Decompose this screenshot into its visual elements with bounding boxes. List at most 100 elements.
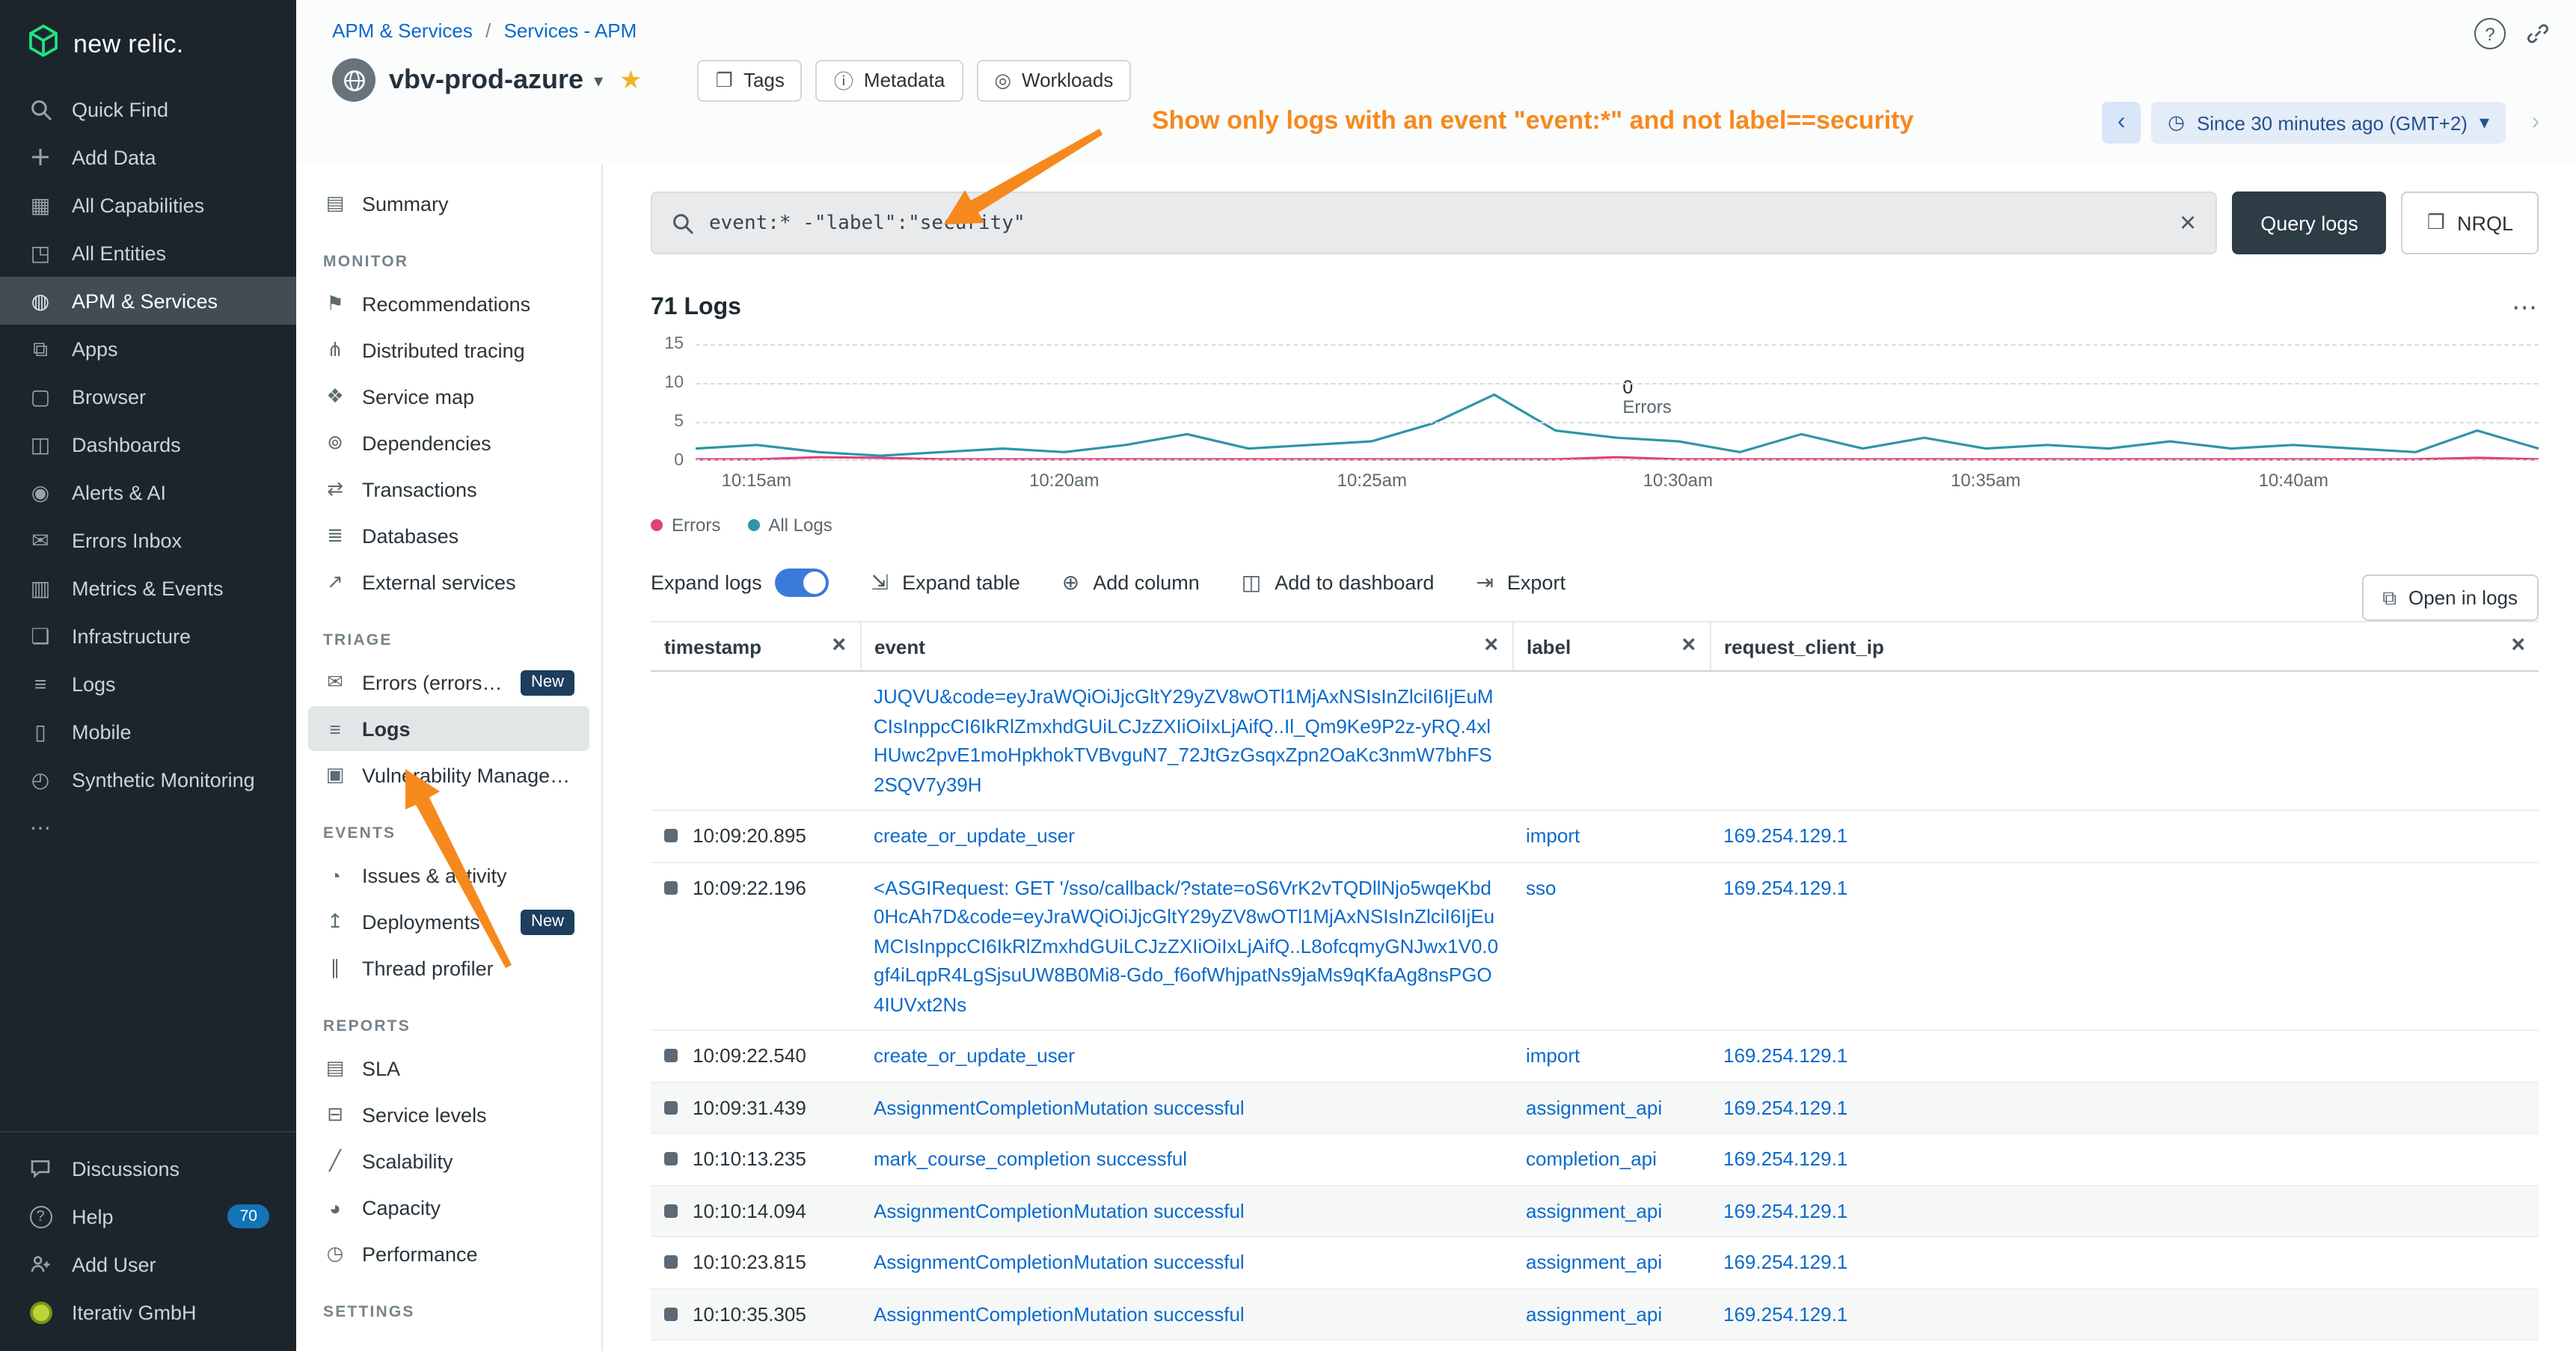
global-nav-footer-item[interactable]: Add User	[0, 1240, 296, 1288]
log-ip-link[interactable]: 169.254.129.1	[1723, 1251, 1847, 1273]
log-row[interactable]: 10:10:13.235 mark_course_completion succ…	[651, 1133, 2539, 1185]
open-in-logs-button[interactable]: ⧉ Open in logs	[2361, 575, 2539, 621]
log-event-link[interactable]: AssignmentCompletionMutation successful	[874, 1251, 1245, 1273]
subnav-item[interactable]: ◔ Issues & activity	[308, 853, 589, 898]
log-label-link[interactable]: import	[1526, 1044, 1580, 1067]
log-row[interactable]: 10:10:44.066 AssignmentCompletionMutatio…	[651, 1340, 2539, 1351]
toolbar-button[interactable]: Expand logs	[651, 569, 829, 597]
global-nav-item[interactable]: ◳ All Entities	[0, 229, 296, 277]
global-nav-footer-item[interactable]: Discussions	[0, 1145, 296, 1192]
subnav-item[interactable]: ⊟ Service levels	[308, 1092, 589, 1137]
toolbar-button[interactable]: ⇲ Expand table	[871, 570, 1020, 595]
remove-column-icon[interactable]: ×	[2511, 634, 2525, 658]
log-ip-link[interactable]: 169.254.129.1	[1723, 1148, 1847, 1170]
subnav-item[interactable]: ◕ Capacity	[308, 1185, 589, 1230]
global-nav-item[interactable]: ◫ Dashboards	[0, 420, 296, 468]
subnav-item[interactable]: ⋔ Distributed tracing	[308, 328, 589, 373]
log-ip-link[interactable]: 169.254.129.1	[1723, 824, 1847, 847]
global-nav-footer-item[interactable]: Iterativ GmbH	[0, 1288, 296, 1336]
global-nav-item[interactable]: ⧉ Apps	[0, 325, 296, 373]
remove-column-icon[interactable]: ×	[1681, 634, 1696, 658]
subnav-item[interactable]: ▣ Vulnerability Management	[308, 753, 589, 797]
log-row[interactable]: 10:09:22.540 create_or_update_user impor…	[651, 1030, 2539, 1082]
log-event-link[interactable]: create_or_update_user	[874, 824, 1075, 847]
toolbar-button[interactable]: ◫ Add to dashboard	[1242, 570, 1435, 595]
global-nav-item[interactable]: ◍ APM & Services	[0, 277, 296, 325]
permalink-icon[interactable]	[2527, 22, 2549, 45]
log-event-link[interactable]: create_or_update_user	[874, 1044, 1075, 1067]
global-nav-item[interactable]: Quick Find	[0, 85, 296, 133]
log-row[interactable]: JUQVU&code=eyJraWQiOiJjcGltY29yZV8wOTl1M…	[651, 671, 2539, 810]
expand-logs-switch[interactable]	[776, 569, 829, 597]
subnav-item[interactable]: ◷ Performance	[308, 1231, 589, 1276]
log-row[interactable]: 10:09:22.196 <ASGIRequest: GET '/sso/cal…	[651, 862, 2539, 1030]
subnav-item[interactable]: ⇄ Transactions	[308, 467, 589, 512]
subnav-item[interactable]: ↥ Deployments New	[308, 899, 589, 944]
log-query-input[interactable]: event:* -"label":"security" ×	[651, 192, 2217, 254]
legend-item[interactable]: All Logs	[747, 515, 832, 536]
log-label-link[interactable]: assignment_api	[1526, 1251, 1662, 1273]
log-ip-link[interactable]: 169.254.129.1	[1723, 1096, 1847, 1118]
subnav-item[interactable]: ≡ Logs	[308, 706, 589, 751]
log-event-link[interactable]: mark_course_completion successful	[874, 1148, 1187, 1170]
entity-action-chip[interactable]: ⓘ Metadata	[816, 59, 963, 101]
new-relic-logo[interactable]: new relic.	[0, 0, 296, 85]
log-label-link[interactable]: assignment_api	[1526, 1302, 1662, 1325]
subnav-item[interactable]: ≣ Databases	[308, 513, 589, 558]
subnav-item[interactable]: ▤ SLA	[308, 1046, 589, 1091]
subnav-item[interactable]: ⚑ Recommendations	[308, 281, 589, 326]
log-label-link[interactable]: sso	[1526, 876, 1556, 898]
column-header[interactable]: request_client_ip ×	[1710, 622, 2539, 671]
log-ip-link[interactable]: 169.254.129.1	[1723, 1302, 1847, 1325]
global-nav-item[interactable]: ◉ Alerts & AI	[0, 468, 296, 516]
legend-item[interactable]: Errors	[651, 515, 720, 536]
query-logs-button[interactable]: Query logs	[2232, 192, 2387, 254]
help-icon[interactable]: ?	[2474, 18, 2506, 49]
log-row[interactable]: 10:10:35.305 AssignmentCompletionMutatio…	[651, 1288, 2539, 1340]
global-nav-item[interactable]: ▯ Mobile	[0, 708, 296, 756]
log-ip-link[interactable]: 169.254.129.1	[1723, 1044, 1847, 1067]
global-nav-item[interactable]: ⋯	[0, 803, 296, 851]
log-ip-link[interactable]: 169.254.129.1	[1723, 876, 1847, 898]
log-event-link[interactable]: AssignmentCompletionMutation successful	[874, 1096, 1245, 1118]
global-nav-item[interactable]: ▥ Metrics & Events	[0, 564, 296, 612]
subnav-item[interactable]: ❖ Service map	[308, 374, 589, 419]
subnav-item[interactable]: ∥ Thread profiler	[308, 946, 589, 990]
log-event-link[interactable]: <ASGIRequest: GET '/sso/callback/?state=…	[874, 876, 1498, 1015]
favorite-star-icon[interactable]: ★	[619, 65, 643, 95]
log-event-link[interactable]: AssignmentCompletionMutation successful	[874, 1199, 1245, 1222]
breadcrumb-link-services-apm[interactable]: Services - APM	[504, 19, 637, 42]
time-back-button[interactable]: ‹	[2102, 102, 2141, 144]
subnav-item[interactable]: ⊚ Dependencies	[308, 420, 589, 465]
time-forward-button[interactable]: ›	[2516, 102, 2555, 144]
log-event-link[interactable]: JUQVU&code=eyJraWQiOiJjcGltY29yZV8wOTl1M…	[874, 685, 1494, 795]
log-row[interactable]: 10:09:31.439 AssignmentCompletionMutatio…	[651, 1082, 2539, 1133]
log-ip-link[interactable]: 169.254.129.1	[1723, 1199, 1847, 1222]
remove-column-icon[interactable]: ×	[1484, 634, 1498, 658]
global-nav-item[interactable]: ▢ Browser	[0, 373, 296, 420]
log-label-link[interactable]: assignment_api	[1526, 1199, 1662, 1222]
toolbar-button[interactable]: ⊕ Add column	[1062, 570, 1200, 595]
log-row[interactable]: 10:10:23.815 AssignmentCompletionMutatio…	[651, 1237, 2539, 1288]
column-header[interactable]: timestamp ×	[651, 622, 860, 671]
subnav-item[interactable]: ↗ External services	[308, 560, 589, 604]
nrql-button[interactable]: ❒ NRQL	[2402, 192, 2539, 254]
global-nav-footer-item[interactable]: ? Help 70	[0, 1192, 296, 1240]
log-row[interactable]: 10:10:14.094 AssignmentCompletionMutatio…	[651, 1185, 2539, 1237]
toolbar-button[interactable]: ⇥ Export	[1476, 570, 1565, 595]
log-label-link[interactable]: import	[1526, 824, 1580, 847]
global-nav-item[interactable]: ✉ Errors Inbox	[0, 516, 296, 564]
column-header[interactable]: event ×	[860, 622, 1512, 671]
entity-chevron-down-icon[interactable]: ▾	[594, 70, 603, 91]
column-header[interactable]: label ×	[1512, 622, 1710, 671]
remove-column-icon[interactable]: ×	[832, 634, 846, 658]
global-nav-item[interactable]: ◴ Synthetic Monitoring	[0, 756, 296, 803]
breadcrumb-link-apm-services[interactable]: APM & Services	[332, 19, 473, 42]
log-event-link[interactable]: AssignmentCompletionMutation successful	[874, 1302, 1245, 1325]
global-nav-item[interactable]: ❏ Infrastructure	[0, 612, 296, 660]
clear-query-icon[interactable]: ×	[2180, 209, 2196, 237]
chart-menu-icon[interactable]: ⋯	[2512, 293, 2539, 323]
global-nav-item[interactable]: ≡ Logs	[0, 660, 296, 708]
global-nav-item[interactable]: ▦ All Capabilities	[0, 181, 296, 229]
entity-action-chip[interactable]: ◎ Workloads	[976, 59, 1131, 101]
